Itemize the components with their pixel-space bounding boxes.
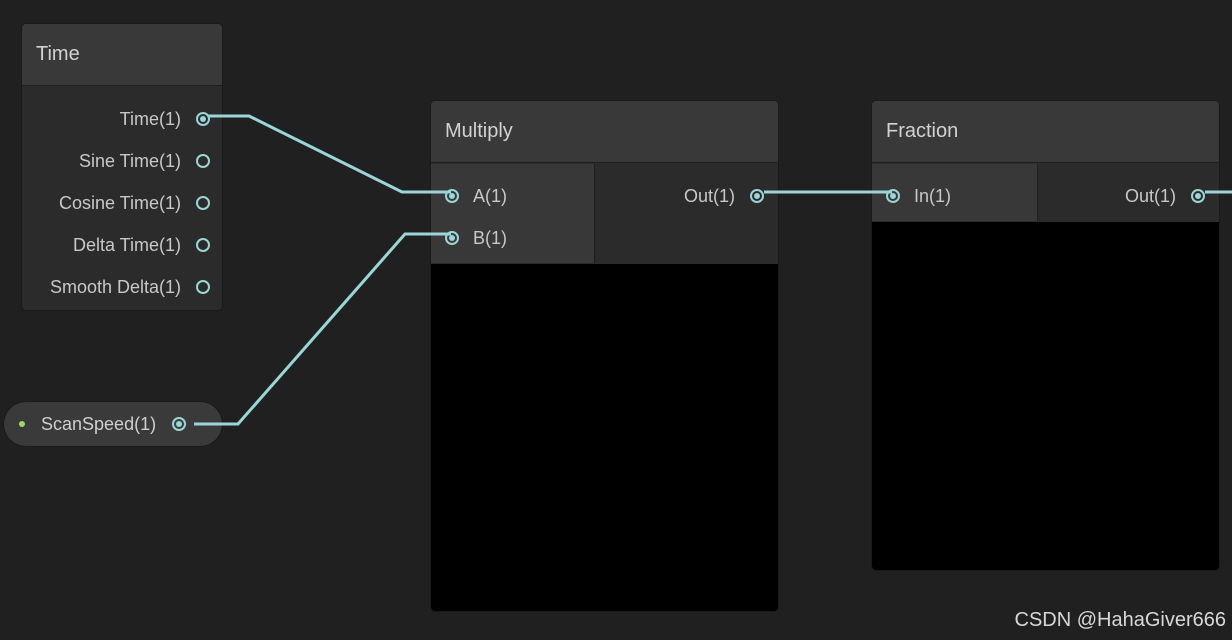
fraction-input-in[interactable]: In(1)	[886, 182, 951, 210]
multiply-node-header[interactable]: Multiply	[431, 101, 778, 163]
input-a-label: A(1)	[473, 185, 508, 206]
fraction-preview	[872, 222, 1219, 570]
time-output-label: Time(1)	[119, 108, 181, 129]
multiply-node[interactable]: Multiply A(1) B(1) Out(1)	[431, 101, 778, 611]
port-connected-icon[interactable]	[886, 189, 900, 203]
wire-scanspeed-to-b[interactable]	[194, 232, 451, 426]
port-empty-icon[interactable]	[196, 238, 210, 252]
fraction-node[interactable]: Fraction In(1) Out(1)	[872, 101, 1219, 570]
fraction-output-label: Out(1)	[1124, 185, 1176, 206]
watermark: CSDN @HahaGiver666	[1014, 609, 1227, 631]
fraction-node-header[interactable]: Fraction	[872, 101, 1219, 163]
wire-time-to-a[interactable]	[208, 114, 451, 194]
property-label: ScanSpeed(1)	[41, 413, 157, 434]
fraction-divider	[1037, 164, 1038, 221]
fraction-output-out[interactable]: Out(1)	[1125, 182, 1205, 210]
time-node[interactable]: Time Time(1) Sine Time(1) Cosine Time(1)…	[22, 24, 222, 310]
time-output-sine-time[interactable]: Sine Time(1)	[79, 147, 210, 175]
time-output-time[interactable]: Time(1)	[120, 105, 210, 133]
fraction-input-label: In(1)	[914, 185, 952, 206]
multiply-input-b[interactable]: B(1)	[445, 224, 507, 252]
multiply-preview	[431, 264, 778, 611]
multiply-outputs-panel	[595, 164, 778, 263]
input-b-label: B(1)	[473, 227, 508, 248]
time-output-delta-time[interactable]: Delta Time(1)	[73, 231, 210, 259]
scanspeed-property-node[interactable]: ScanSpeed(1)	[4, 402, 222, 446]
multiply-output-out[interactable]: Out(1)	[684, 182, 764, 210]
shader-graph-canvas[interactable]: Time Time(1) Sine Time(1) Cosine Time(1)…	[0, 0, 1232, 640]
time-output-cosine-time[interactable]: Cosine Time(1)	[59, 189, 210, 217]
multiply-output-label: Out(1)	[683, 185, 735, 206]
port-connected-icon[interactable]	[445, 231, 459, 245]
sine-time-output-label: Sine Time(1)	[78, 150, 181, 171]
cosine-time-output-label: Cosine Time(1)	[58, 192, 181, 213]
port-connected-icon[interactable]	[172, 417, 187, 431]
fraction-node-title: Fraction	[886, 120, 959, 142]
port-connected-icon[interactable]	[445, 189, 459, 203]
multiply-divider	[594, 164, 595, 263]
port-empty-icon[interactable]	[196, 196, 210, 210]
port-empty-icon[interactable]	[196, 154, 210, 168]
multiply-node-title: Multiply	[445, 120, 513, 142]
port-connected-icon[interactable]	[1191, 189, 1205, 203]
float-type-icon	[19, 421, 25, 427]
port-empty-icon[interactable]	[196, 280, 210, 294]
port-connected-icon[interactable]	[196, 112, 210, 126]
time-output-smooth-delta[interactable]: Smooth Delta(1)	[50, 273, 210, 301]
time-node-title: Time	[36, 43, 80, 65]
delta-time-output-label: Delta Time(1)	[72, 234, 181, 255]
smooth-delta-output-label: Smooth Delta(1)	[49, 276, 181, 297]
port-connected-icon[interactable]	[750, 189, 764, 203]
multiply-input-a[interactable]: A(1)	[445, 182, 507, 210]
time-node-header[interactable]: Time	[22, 24, 222, 86]
